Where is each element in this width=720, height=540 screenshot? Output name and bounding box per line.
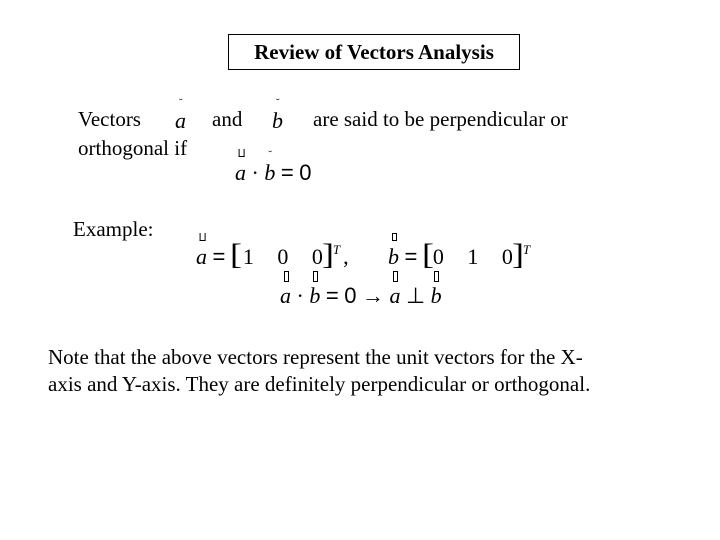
open-bracket: [ [229,238,242,271]
slide-title: Review of Vectors Analysis [228,34,520,70]
intro-line2: orthogonal if [78,136,188,160]
vector-accent-icon [238,149,245,157]
orthogonality-condition: a · ˘ b = 0 [235,149,312,186]
intro-vector-b: ˘ b [272,98,283,134]
result-a: a [280,271,291,309]
vector-accent-icon [391,233,397,241]
close-bracket: ] [511,238,524,271]
def-a: a [196,233,207,270]
breve-accent-icon: ˘ [179,97,183,109]
note-line1: Note that the above vectors represent th… [48,345,583,369]
vector-b-definition: b = [0 1 0]T [388,233,530,271]
right-arrow-icon: → [361,283,384,308]
vector-a-symbol: ˘ a [175,98,186,134]
example-label: Example: [73,217,154,241]
equals-sign: = [212,244,226,269]
component-2: 0 [277,244,289,269]
equals-sign: = [404,244,418,269]
result-b2: b [431,271,442,309]
component-1: 1 [242,244,254,269]
close-bracket: ] [321,238,334,271]
perpendicular-icon: ⊥ [405,283,426,308]
vector-b-letter: b [272,108,283,133]
condition-b: ˘ b [264,149,276,186]
intro-word-vectors: Vectors [78,107,141,131]
vector-a-letter: a [175,108,186,133]
vector-b-symbol: ˘ b [272,98,283,134]
dot-operator: · [296,283,304,308]
intro-rest-line1: are said to be perpendicular or [313,107,568,131]
note-line2: axis and Y-axis. They are definitely per… [48,372,591,396]
vector-accent-icon [199,233,206,241]
result-a2: a [389,271,400,309]
intro-vector-a: ˘ a [175,98,186,134]
intro-word-and: and [212,107,243,131]
equals-sign: = [280,160,294,185]
condition-a: a [235,149,246,186]
breve-accent-icon: ˘ [276,97,280,109]
perpendicular-result: a · b = 0 → a ⊥ b [280,271,442,309]
breve-accent-icon: ˘ [268,149,273,161]
equals-sign: = [325,283,339,308]
vector-accent-icon [392,271,398,282]
result-b: b [309,271,320,309]
open-bracket: [ [421,238,434,271]
condition-zero: 0 [299,160,312,185]
vector-accent-icon [434,271,440,282]
vector-accent-icon [283,271,289,282]
dot-operator: · [251,160,259,185]
component-1: 0 [432,244,444,269]
vector-a-definition: a = [1 0 0]T, [196,233,349,271]
comma: , [343,244,349,269]
vector-accent-icon [312,271,318,282]
component-2: 1 [467,244,479,269]
def-b: b [388,233,399,270]
result-zero: 0 [344,283,357,308]
